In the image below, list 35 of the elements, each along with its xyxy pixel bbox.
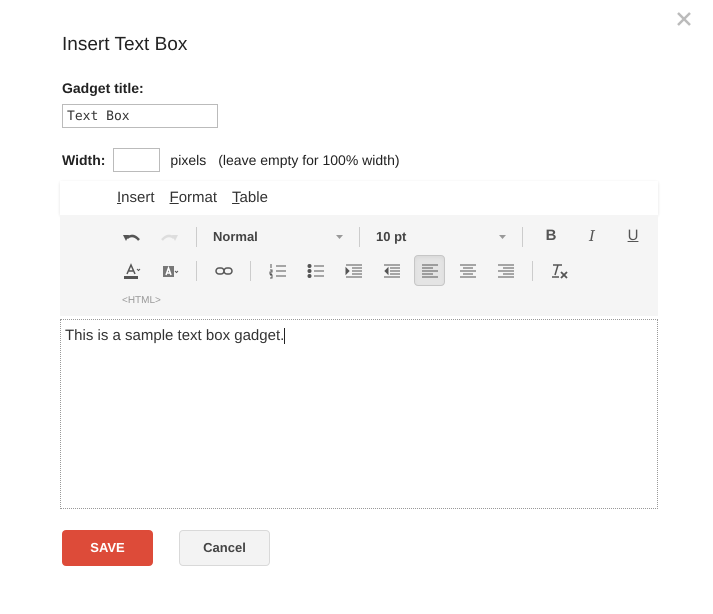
gadget-title-field[interactable]: Text Box <box>62 104 218 128</box>
unit-label: pixels <box>170 150 206 170</box>
bullet-list-icon <box>306 262 324 278</box>
text-color-icon <box>122 262 140 278</box>
bold-button[interactable]: B <box>534 224 568 250</box>
field-label: Gadget title: <box>62 79 145 98</box>
save-button[interactable]: SAVE <box>62 530 153 566</box>
close-icon <box>677 12 691 26</box>
clear-formatting-icon <box>550 262 568 278</box>
caret-icon <box>336 234 343 238</box>
caret-icon <box>499 234 506 238</box>
align-right-icon <box>496 262 514 278</box>
redo-icon <box>161 232 178 240</box>
outdent-icon <box>382 262 400 278</box>
width-hint: (leave empty for 100% width) <box>218 150 400 170</box>
text-editor[interactable]: This is a sample text box gadget. <box>60 319 658 509</box>
italic-button[interactable]: I <box>575 224 609 250</box>
width-field[interactable] <box>113 148 160 172</box>
menu-item[interactable]: Insert <box>117 186 155 210</box>
align-left-button[interactable] <box>414 255 445 286</box>
numbered-list-icon <box>268 262 286 278</box>
field-label: Width: <box>62 150 106 170</box>
underline-button[interactable]: U <box>616 224 650 250</box>
link-icon <box>214 266 232 274</box>
indent-icon <box>344 262 362 278</box>
menu-item[interactable]: Format <box>170 186 218 210</box>
dropdown[interactable]: 10 pt <box>371 224 511 250</box>
dropdown[interactable]: Normal <box>208 224 348 250</box>
highlight-icon <box>160 264 178 276</box>
align-center-icon <box>458 262 476 278</box>
cancel-button[interactable]: Cancel <box>179 530 270 566</box>
menu-item[interactable]: Table <box>232 186 268 210</box>
undo-icon <box>123 232 140 240</box>
align-left-icon <box>420 262 438 278</box>
dialog-title: Insert Text Box <box>62 33 188 57</box>
